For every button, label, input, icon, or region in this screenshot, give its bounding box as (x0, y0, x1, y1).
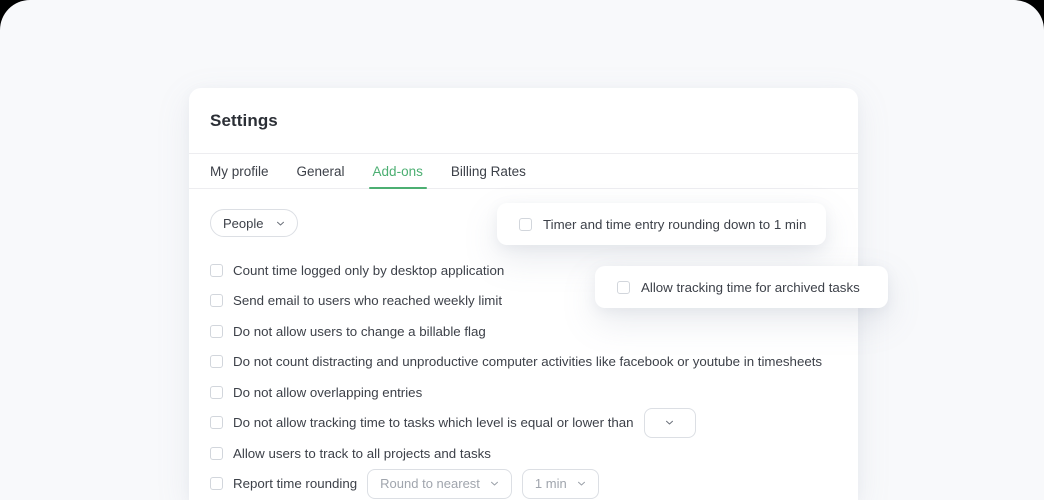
checkbox[interactable] (210, 477, 223, 491)
scope-select-value: People (223, 215, 264, 231)
checkbox[interactable] (617, 280, 630, 294)
checkbox[interactable] (210, 385, 223, 399)
option-label: Do not count distracting and unproductiv… (233, 354, 823, 370)
tab-label: Billing Rates (450, 164, 526, 179)
tab-billing-rates[interactable]: Billing Rates (437, 164, 540, 188)
option-row-distracting-activities: Do not count distracting and unproductiv… (210, 347, 837, 378)
option-label: Allow users to track to all projects and… (233, 445, 491, 461)
page-title: Settings (210, 110, 278, 130)
floating-card-archived-tasks: Allow tracking time for archived tasks (595, 266, 888, 308)
tab-add-ons[interactable]: Add-ons (359, 164, 437, 189)
checkbox[interactable] (519, 217, 532, 231)
app-page: Settings My profile General Add-ons Bill… (0, 0, 1044, 500)
option-label: Report time rounding (233, 476, 358, 492)
option-label: Do not allow overlapping entries (233, 384, 423, 400)
option-row-task-level-limit: Do not allow tracking time to tasks whic… (210, 407, 837, 439)
rounding-interval-value: 1 min (534, 476, 567, 492)
option-row-track-all-projects: Allow users to track to all projects and… (210, 438, 837, 469)
option-row-billable-flag: Do not allow users to change a billable … (210, 316, 837, 347)
tab-label: General (296, 164, 345, 179)
card-header: Settings (189, 88, 858, 154)
floating-card-timer-rounding: Timer and time entry rounding down to 1 … (497, 203, 826, 245)
tab-label: My profile (210, 164, 269, 179)
chevron-down-icon (665, 418, 674, 427)
rounding-mode-select[interactable]: Round to nearest (367, 468, 512, 499)
rounding-interval-select[interactable]: 1 min (521, 468, 599, 499)
task-level-select[interactable] (643, 407, 696, 438)
checkbox[interactable] (210, 355, 223, 369)
option-row-overlapping-entries: Do not allow overlapping entries (210, 377, 837, 408)
checkbox[interactable] (210, 324, 223, 338)
tab-label: Add-ons (372, 164, 423, 179)
chevron-down-icon (490, 479, 499, 488)
chevron-down-icon (276, 219, 285, 228)
checkbox[interactable] (210, 294, 223, 308)
option-label: Do not allow tracking time to tasks whic… (233, 415, 634, 431)
scope-select-people[interactable]: People (210, 209, 298, 237)
checkbox[interactable] (210, 446, 223, 460)
rounding-mode-value: Round to nearest (380, 476, 480, 492)
option-row-report-time-rounding: Report time rounding Round to nearest 1 … (210, 468, 837, 500)
tab-my-profile[interactable]: My profile (210, 164, 283, 188)
tab-general[interactable]: General (283, 164, 359, 188)
option-label: Send email to users who reached weekly l… (233, 293, 503, 309)
option-label: Do not allow users to change a billable … (233, 323, 486, 339)
floating-card-label: Timer and time entry rounding down to 1 … (543, 216, 807, 232)
option-label: Count time logged only by desktop applic… (233, 262, 505, 278)
checkbox[interactable] (210, 263, 223, 277)
chevron-down-icon (577, 479, 586, 488)
checkbox[interactable] (210, 416, 223, 430)
tab-bar: My profile General Add-ons Billing Rates (189, 154, 858, 189)
floating-card-label: Allow tracking time for archived tasks (641, 279, 860, 295)
